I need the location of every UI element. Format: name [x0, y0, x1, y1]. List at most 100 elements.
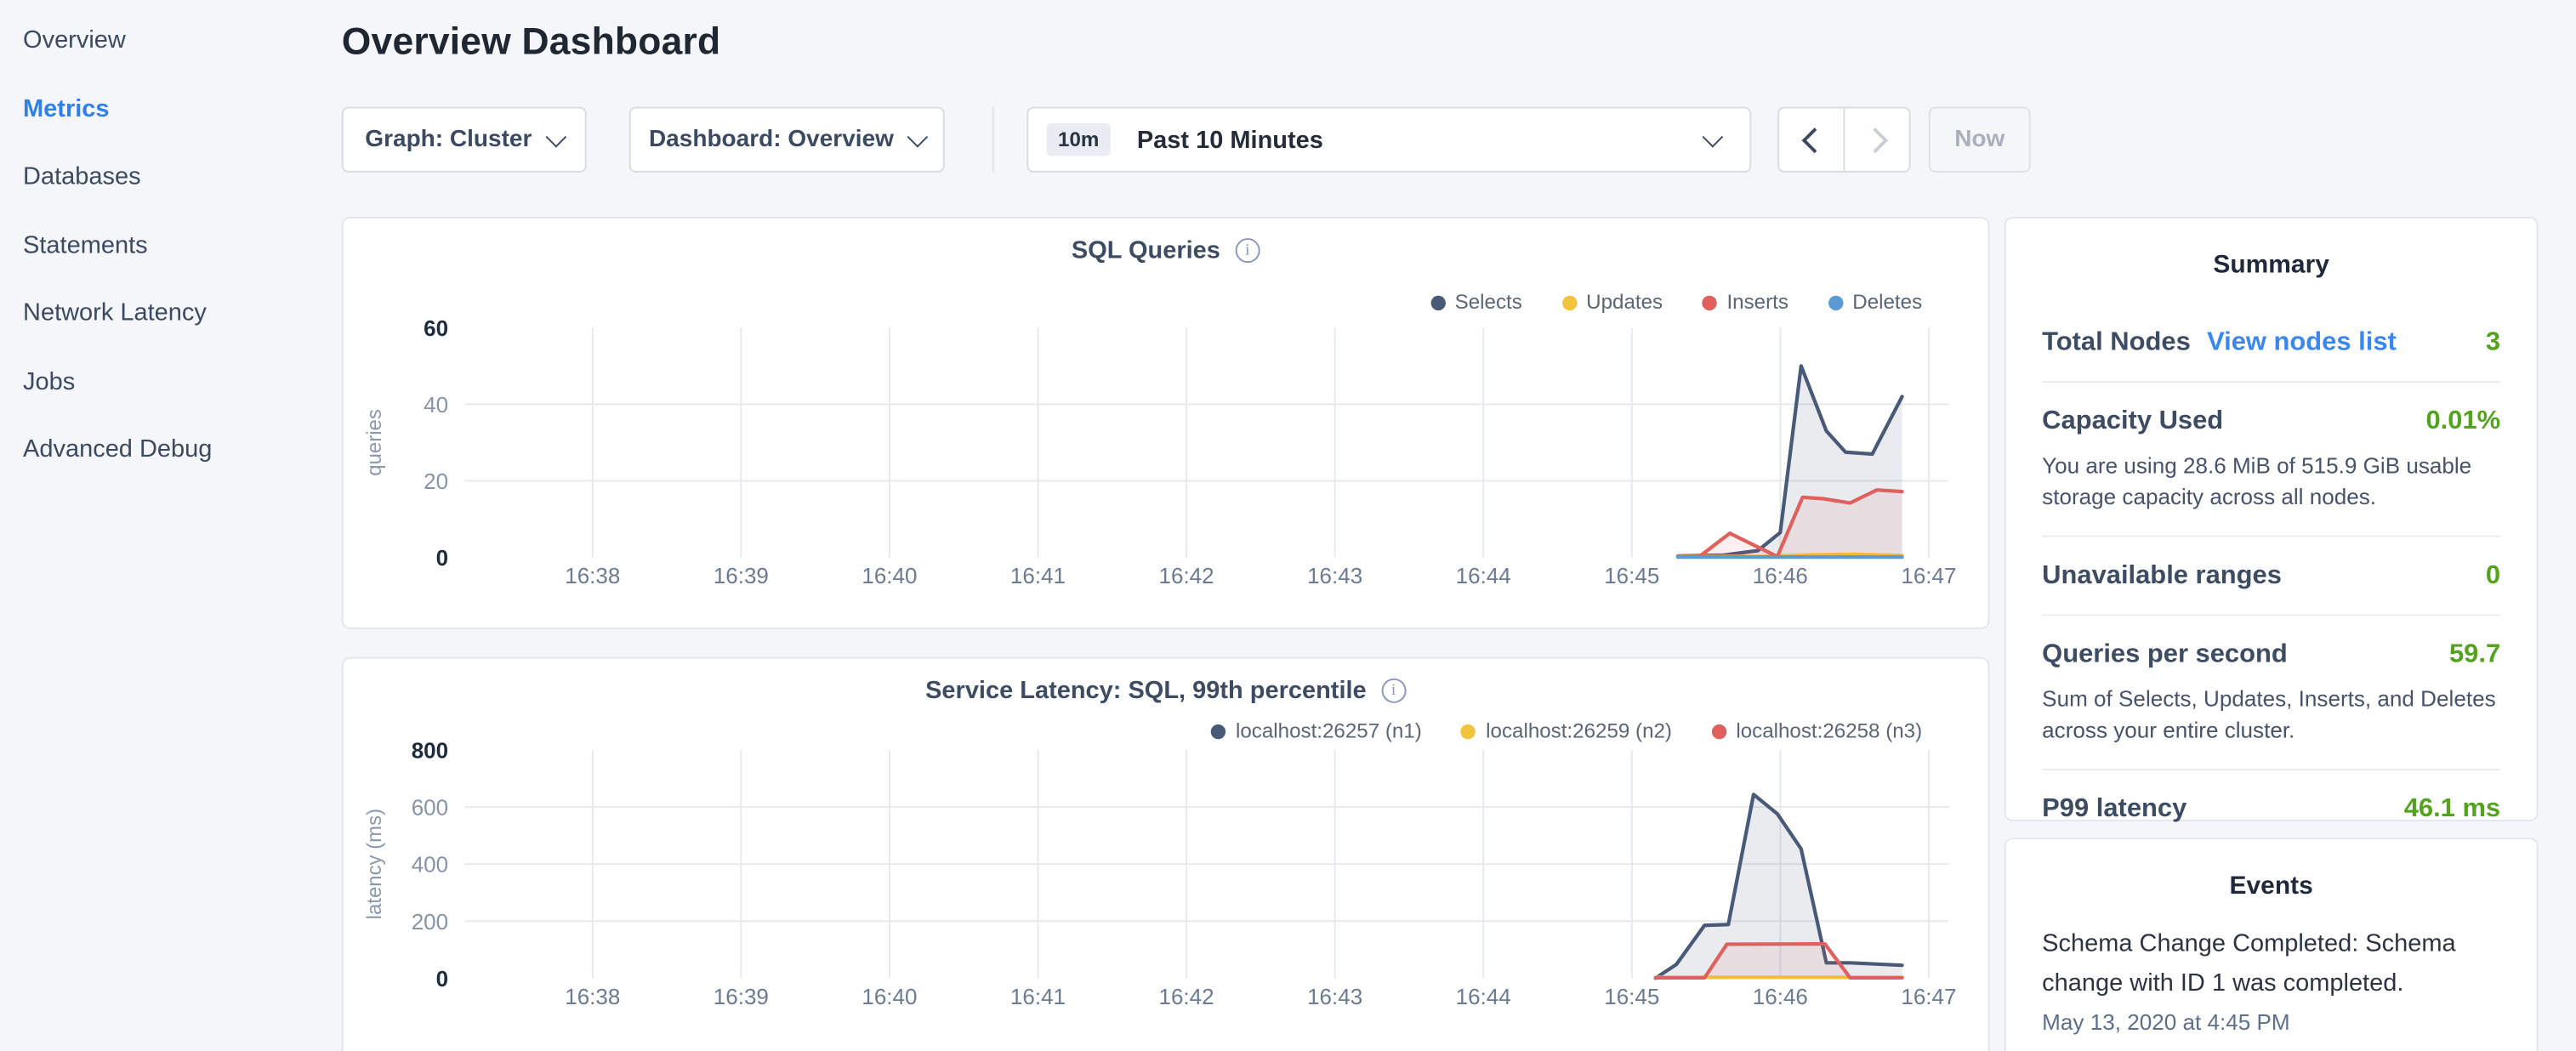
- chevron-right-icon: [1862, 127, 1887, 152]
- chart-title: Service Latency: SQL, 99th percentile: [925, 677, 1367, 705]
- svg-text:16:40: 16:40: [862, 565, 917, 588]
- svg-text:16:45: 16:45: [1604, 565, 1659, 588]
- svg-text:16:42: 16:42: [1159, 986, 1214, 1009]
- svg-text:400: 400: [412, 854, 448, 878]
- svg-text:60: 60: [424, 317, 448, 341]
- legend-label: Deletes: [1852, 291, 1922, 314]
- service-latency-chart-card: 16:3816:3916:4016:4116:4216:4316:4416:45…: [342, 657, 1990, 1051]
- events-title: Events: [2006, 839, 2537, 901]
- svg-text:16:47: 16:47: [1901, 986, 1956, 1009]
- chevron-down-icon: [1703, 126, 1724, 147]
- svg-text:16:41: 16:41: [1010, 565, 1066, 588]
- legend-dot-icon: [1561, 295, 1576, 310]
- svg-text:800: 800: [412, 740, 448, 764]
- chart-legend: localhost:26257 (n1) localhost:26259 (n2)…: [1211, 719, 1922, 742]
- summary-title: Summary: [2006, 219, 2537, 281]
- svg-text:16:39: 16:39: [714, 565, 769, 588]
- sidebar-item-statements[interactable]: Statements: [23, 222, 319, 271]
- legend-item[interactable]: Deletes: [1828, 291, 1922, 314]
- svg-text:20: 20: [424, 470, 448, 494]
- summary-row-subtext: You are using 28.6 MiB of 515.9 GiB usab…: [2042, 450, 2500, 512]
- svg-text:40: 40: [424, 394, 448, 418]
- legend-dot-icon: [1828, 295, 1842, 310]
- legend-item[interactable]: localhost:26257 (n1): [1211, 719, 1422, 742]
- prev-time-button[interactable]: [1779, 108, 1843, 170]
- now-button[interactable]: Now: [1929, 107, 2031, 173]
- event-item-text[interactable]: Schema Change Completed: Schema change w…: [2042, 925, 2500, 1004]
- summary-row-label: Total Nodes: [2042, 328, 2191, 358]
- summary-row-value: 0.01%: [2425, 407, 2500, 437]
- legend-dot-icon: [1211, 724, 1225, 738]
- sidebar-item-jobs[interactable]: Jobs: [23, 358, 319, 407]
- next-time-button[interactable]: [1843, 108, 1908, 170]
- sql-queries-chart: 16:3816:3916:4016:4116:4216:4316:4416:45…: [344, 219, 1988, 628]
- svg-text:16:42: 16:42: [1159, 565, 1214, 588]
- legend-label: localhost:26257 (n1): [1236, 719, 1422, 742]
- summary-row-subtext: Sum of Selects, Updates, Inserts, and De…: [2042, 684, 2500, 746]
- sidebar-item-network-latency[interactable]: Network Latency: [23, 289, 319, 338]
- view-nodes-list-link[interactable]: View nodes list: [2207, 328, 2397, 358]
- graph-dropdown-label: Graph: Cluster: [365, 127, 532, 153]
- toolbar: Graph: Cluster Dashboard: Overview 10m P…: [342, 107, 2050, 173]
- toolbar-divider: [992, 107, 994, 173]
- chevron-down-icon: [545, 126, 566, 147]
- time-range-picker[interactable]: 10m Past 10 Minutes: [1026, 107, 1751, 173]
- time-range-value: Past 10 Minutes: [1137, 126, 1705, 154]
- sidebar-item-databases[interactable]: Databases: [23, 153, 319, 202]
- svg-text:queries: queries: [363, 409, 386, 476]
- legend-label: Inserts: [1726, 291, 1788, 314]
- legend-dot-icon: [1461, 724, 1476, 738]
- legend-dot-icon: [1430, 295, 1445, 310]
- time-range-badge: 10m: [1047, 123, 1111, 156]
- legend-item[interactable]: Inserts: [1702, 291, 1788, 314]
- legend-dot-icon: [1711, 724, 1726, 738]
- sql-queries-chart-card: 16:3816:3916:4016:4116:4216:4316:4416:45…: [342, 217, 1990, 629]
- svg-text:16:47: 16:47: [1901, 565, 1956, 588]
- svg-text:16:46: 16:46: [1753, 986, 1808, 1009]
- legend-item[interactable]: localhost:26258 (n3): [1711, 719, 1922, 742]
- svg-text:16:43: 16:43: [1307, 565, 1362, 588]
- graph-dropdown[interactable]: Graph: Cluster: [342, 107, 587, 173]
- info-icon[interactable]: i: [1235, 238, 1260, 263]
- dashboard-dropdown[interactable]: Dashboard: Overview: [629, 107, 945, 173]
- info-icon[interactable]: i: [1381, 679, 1406, 703]
- legend-label: localhost:26259 (n2): [1486, 719, 1672, 742]
- legend-item[interactable]: localhost:26259 (n2): [1461, 719, 1672, 742]
- summary-row-label: P99 latency: [2042, 795, 2186, 825]
- summary-row-capacity-used: Capacity Used 0.01% You are using 28.6 M…: [2042, 383, 2500, 537]
- summary-row-total-nodes: Total Nodes View nodes list 3: [2042, 304, 2500, 383]
- legend-item[interactable]: Selects: [1430, 291, 1522, 314]
- event-item-timestamp: May 13, 2020 at 4:45 PM: [2042, 1010, 2500, 1035]
- legend-dot-icon: [1702, 295, 1716, 310]
- svg-text:200: 200: [412, 911, 448, 935]
- app-root: Overview Metrics Databases Statements Ne…: [0, 0, 2576, 1051]
- svg-text:16:39: 16:39: [714, 986, 769, 1009]
- legend-label: Selects: [1455, 291, 1522, 314]
- svg-text:0: 0: [436, 968, 448, 991]
- legend-label: Updates: [1586, 291, 1663, 314]
- sidebar-item-overview[interactable]: Overview: [23, 16, 319, 65]
- svg-text:0: 0: [436, 547, 448, 571]
- summary-row-value: 46.1 ms: [2404, 795, 2500, 825]
- chart-legend: Selects Updates Inserts Deletes: [1430, 291, 1923, 314]
- summary-row-label: Queries per second: [2042, 640, 2288, 670]
- events-panel: Events Schema Change Completed: Schema c…: [2005, 838, 2539, 1051]
- service-latency-chart: 16:3816:3916:4016:4116:4216:4316:4416:45…: [344, 659, 1988, 1051]
- sidebar-item-advanced-debug[interactable]: Advanced Debug: [23, 425, 319, 474]
- chevron-down-icon: [907, 126, 929, 147]
- chevron-left-icon: [1801, 127, 1827, 152]
- dashboard-dropdown-label: Dashboard: Overview: [649, 127, 894, 153]
- svg-text:16:43: 16:43: [1307, 986, 1362, 1009]
- summary-row-label: Unavailable ranges: [2042, 562, 2282, 592]
- legend-item[interactable]: Updates: [1561, 291, 1663, 314]
- summary-row-value: 0: [2486, 562, 2500, 592]
- svg-text:16:45: 16:45: [1604, 986, 1659, 1009]
- summary-row-p99-latency: P99 latency 46.1 ms: [2042, 770, 2500, 848]
- svg-text:16:40: 16:40: [862, 986, 917, 1009]
- time-nav-arrows: [1777, 107, 1910, 173]
- svg-text:16:44: 16:44: [1456, 565, 1511, 588]
- summary-row-queries-per-second: Queries per second 59.7 Sum of Selects, …: [2042, 616, 2500, 770]
- sidebar-item-metrics[interactable]: Metrics: [23, 85, 319, 134]
- svg-text:16:38: 16:38: [565, 986, 620, 1009]
- summary-row-label: Capacity Used: [2042, 407, 2223, 437]
